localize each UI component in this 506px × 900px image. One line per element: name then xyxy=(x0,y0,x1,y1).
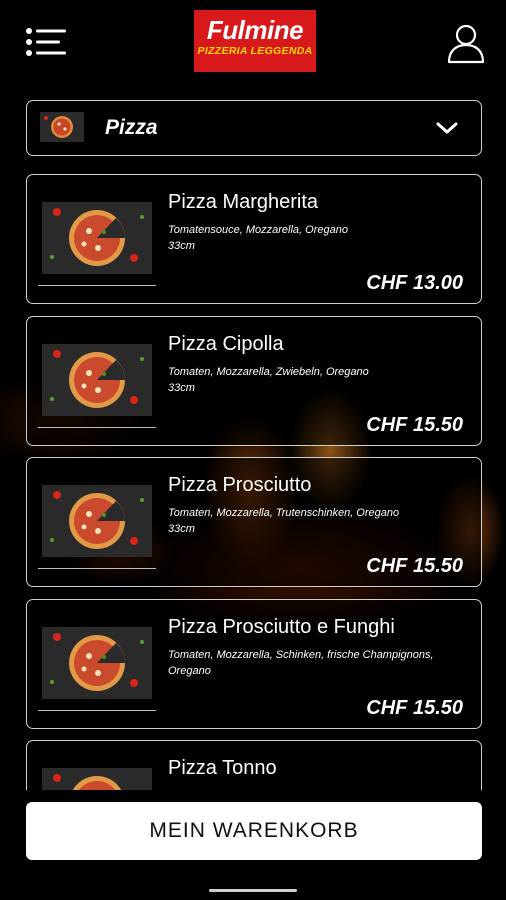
product-price: CHF 15.50 xyxy=(366,555,463,577)
product-title: Pizza Tonno xyxy=(168,757,277,779)
product-size: 33cm xyxy=(168,240,195,252)
chevron-down-icon[interactable] xyxy=(435,118,459,138)
pizza-image xyxy=(42,627,152,699)
product-ingredients: Tomatensouce, Mozzarella, Oregano xyxy=(168,224,348,236)
product-size: 33cm xyxy=(168,382,195,394)
product-title: Pizza Cipolla xyxy=(168,333,284,355)
image-underline xyxy=(38,427,156,428)
brand-logo[interactable]: Fulmine PIZZERIA LEGGENDA xyxy=(194,10,316,72)
cart-bar: MEIN WARENKORB xyxy=(0,790,506,900)
product-card[interactable]: Pizza Prosciutto Tomaten, Mozzarella, Tr… xyxy=(26,457,482,587)
user-profile-icon[interactable] xyxy=(446,22,486,64)
pizza-image xyxy=(42,202,152,274)
top-bar: Fulmine PIZZERIA LEGGENDA xyxy=(0,0,506,90)
category-label: Pizza xyxy=(105,116,158,139)
pizza-thumbnail-icon xyxy=(40,112,84,142)
category-dropdown[interactable]: Pizza xyxy=(26,100,482,156)
product-description: Tomatensouce, Mozzarella, Oregano 33cm xyxy=(168,222,468,254)
product-price: CHF 13.00 xyxy=(366,272,463,294)
product-card[interactable]: Pizza Cipolla Tomaten, Mozzarella, Zwieb… xyxy=(26,316,482,446)
product-card[interactable]: Pizza Prosciutto e Funghi Tomaten, Mozza… xyxy=(26,599,482,729)
product-price: CHF 15.50 xyxy=(366,697,463,719)
logo-tagline: PIZZERIA LEGGENDA xyxy=(197,45,313,57)
product-description: Tomaten, Mozzarella, Trutenschinken, Ore… xyxy=(168,505,468,537)
image-underline xyxy=(38,710,156,711)
product-description: Tomaten, Mozzarella, Schinken, frische C… xyxy=(168,647,468,679)
product-card[interactable]: Pizza Margherita Tomatensouce, Mozzarell… xyxy=(26,174,482,304)
product-description: Tomaten, Mozzarella, Zwiebeln, Oregano 3… xyxy=(168,364,468,396)
product-title: Pizza Margherita xyxy=(168,191,319,213)
image-underline xyxy=(38,285,156,286)
pizza-image xyxy=(42,344,152,416)
product-title: Pizza Prosciutto e Funghi xyxy=(168,616,395,638)
pizza-image xyxy=(42,485,152,557)
product-ingredients: Tomaten, Mozzarella, Zwiebeln, Oregano xyxy=(168,366,369,378)
product-ingredients: Tomaten, Mozzarella, Trutenschinken, Ore… xyxy=(168,507,400,519)
hamburger-menu-icon[interactable] xyxy=(24,26,68,58)
product-price: CHF 15.50 xyxy=(366,414,463,436)
home-indicator[interactable] xyxy=(209,889,297,892)
product-title: Pizza Prosciutto xyxy=(168,474,312,496)
product-ingredients: Tomaten, Mozzarella, Schinken, frische C… xyxy=(168,649,434,677)
product-size: 33cm xyxy=(168,523,195,535)
logo-name: Fulmine xyxy=(206,15,304,45)
image-underline xyxy=(38,568,156,569)
cart-button[interactable]: MEIN WARENKORB xyxy=(26,802,482,860)
